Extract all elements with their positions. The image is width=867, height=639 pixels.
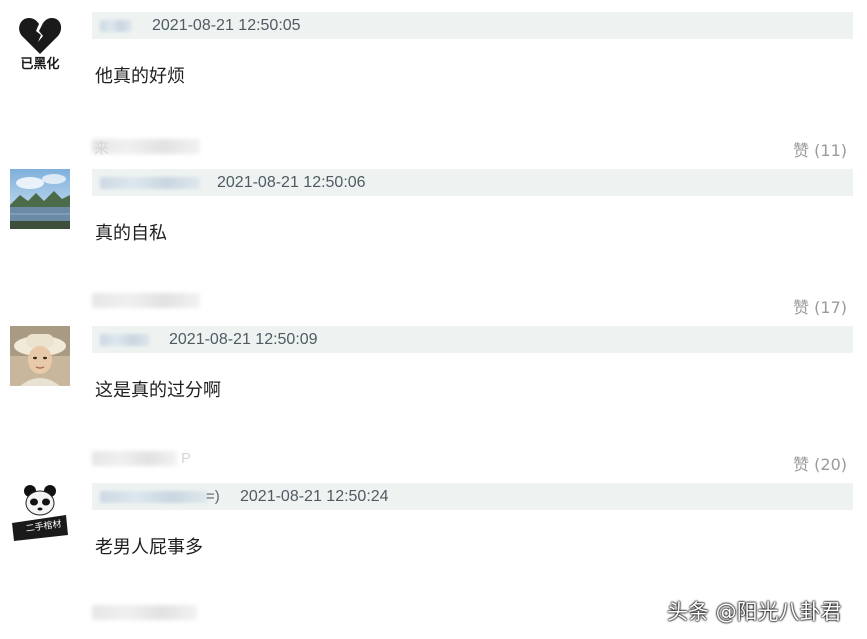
broken-heart-icon: 已黑化	[10, 12, 70, 72]
comment-meta-bar: 2021-08-21 12:50:06	[92, 169, 853, 196]
comment-text: 真的自私	[95, 223, 167, 244]
watermark: 头条 @阳光八卦君	[667, 600, 842, 624]
comment-item: 2021-08-21 12:50:06 真的自私 赞 (17)	[0, 169, 867, 319]
avatar[interactable]: 已黑化	[10, 12, 70, 72]
username-suffix: =)	[206, 488, 220, 505]
timestamp: 2021-08-21 12:50:05	[152, 17, 301, 34]
comment-text: 这是真的过分啊	[95, 380, 221, 401]
username-blurred[interactable]	[100, 334, 150, 346]
comment-item: 已黑化 2021-08-21 12:50:05 他真的好烦 来 赞 (11)	[0, 12, 867, 162]
like-button[interactable]: 赞 (17)	[793, 294, 847, 318]
avatar[interactable]: 二手棺材	[10, 483, 70, 543]
location-tail: P	[181, 450, 192, 467]
avatar[interactable]	[10, 326, 70, 386]
location-blurred	[92, 293, 200, 308]
location-tail: 来	[94, 140, 110, 157]
timestamp: 2021-08-21 12:50:24	[240, 488, 389, 505]
like-button[interactable]: 赞 (20)	[793, 451, 847, 475]
username-blurred[interactable]	[100, 491, 208, 503]
timestamp: 2021-08-21 12:50:09	[169, 331, 318, 348]
comment-meta-bar: 2021-08-21 12:50:09	[92, 326, 853, 353]
landscape-photo	[10, 169, 70, 229]
comment-meta-bar: 2021-08-21 12:50:05	[92, 12, 853, 39]
comment-meta-bar: =) 2021-08-21 12:50:24	[92, 483, 853, 510]
like-button[interactable]: 赞 (11)	[793, 137, 847, 161]
comment-text: 老男人屁事多	[95, 537, 203, 558]
comment-text: 他真的好烦	[95, 66, 185, 87]
location-blurred	[92, 605, 197, 620]
panda-meme-icon: 二手棺材	[10, 483, 70, 543]
username-blurred[interactable]	[100, 20, 132, 32]
comment-item: 2021-08-21 12:50:09 这是真的过分啊 P 赞 (20)	[0, 326, 867, 476]
avatar-text: 已黑化	[20, 56, 59, 72]
avatar[interactable]	[10, 169, 70, 229]
timestamp: 2021-08-21 12:50:06	[217, 174, 366, 191]
person-hat-photo	[10, 326, 70, 386]
location-blurred	[92, 451, 177, 466]
username-blurred[interactable]	[100, 177, 200, 189]
